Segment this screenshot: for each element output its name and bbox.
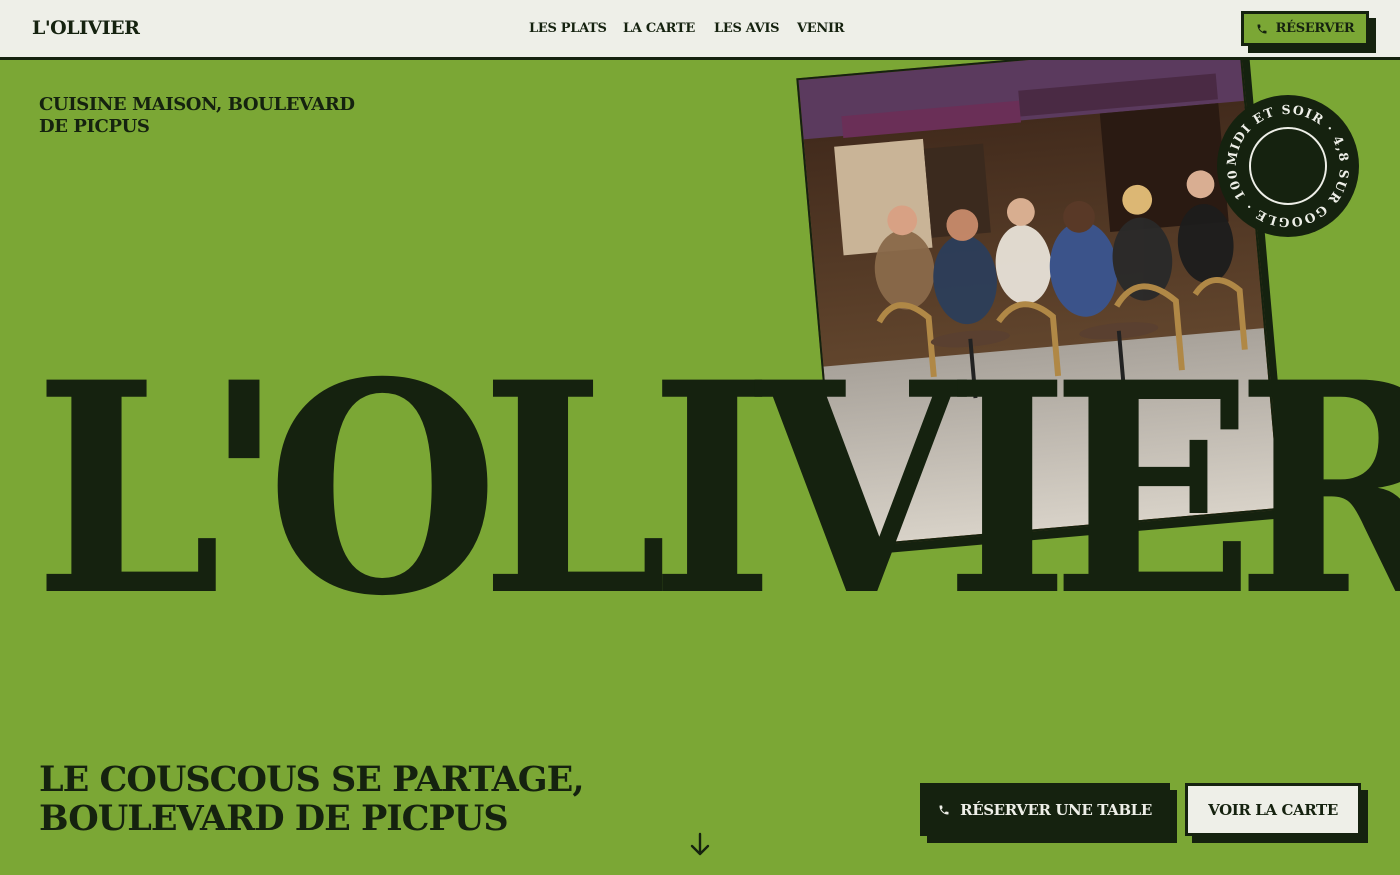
reserve-table-button[interactable]: RÉSERVER UNE TABLE	[920, 783, 1170, 836]
nav-link-la-carte[interactable]: LA CARTE	[623, 21, 695, 36]
nav-reserve-label: RÉSERVER	[1275, 21, 1355, 36]
reserve-table-label: RÉSERVER UNE TABLE	[960, 800, 1152, 819]
view-menu-label: VOIR LA CARTE	[1208, 800, 1338, 819]
hero-tagline: CUISINE MAISON, BOULEVARD DE PICPUS	[39, 94, 355, 137]
nav-link-venir[interactable]: VENIR	[797, 21, 845, 36]
arrow-down-icon[interactable]	[689, 832, 711, 858]
phone-icon	[1256, 23, 1268, 35]
hero-subheading: LE COUSCOUS SE PARTAGE, BOULEVARD DE PIC…	[39, 759, 585, 839]
nav-reserve-button[interactable]: RÉSERVER	[1241, 11, 1369, 46]
nav-links: LES PLATS LA CARTE LES AVIS VENIR	[0, 21, 1400, 39]
view-menu-button[interactable]: VOIR LA CARTE	[1185, 783, 1361, 836]
top-navigation: L'OLIVIER LES PLATS LA CARTE LES AVIS VE…	[0, 0, 1400, 60]
rating-badge: MIDI ET SOIR · 4,8 SUR GOOGLE · 100 AVIS…	[1216, 94, 1360, 238]
hero-title: L'OLIVIER	[34, 320, 1400, 660]
nav-link-les-plats[interactable]: LES PLATS	[529, 21, 607, 36]
phone-icon	[938, 804, 950, 816]
nav-link-les-avis[interactable]: LES AVIS	[714, 21, 780, 36]
